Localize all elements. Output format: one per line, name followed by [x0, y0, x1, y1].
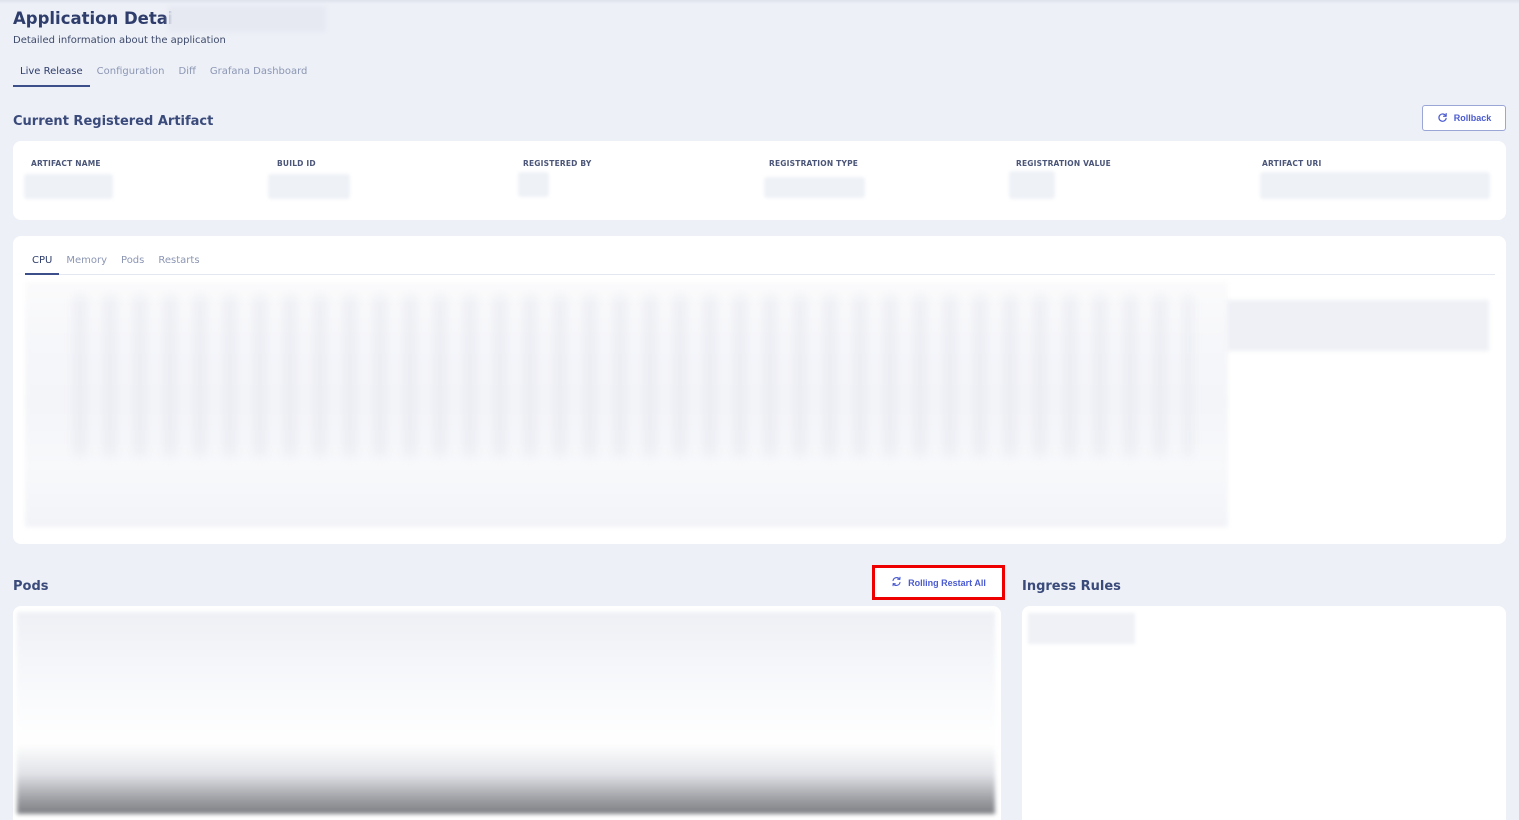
pods-card: [13, 606, 1001, 820]
rolling-restart-label: Rolling Restart All: [908, 577, 986, 588]
registration-type-value: [764, 177, 865, 198]
rollback-button[interactable]: Rollback: [1422, 105, 1506, 131]
rolling-restart-all-button[interactable]: Rolling Restart All: [878, 570, 999, 595]
tab-cpu[interactable]: CPU: [25, 250, 60, 275]
column-artifact-name: ARTIFACT NAME: [31, 159, 101, 168]
refresh-icon: [1437, 112, 1448, 125]
metric-tabs: CPU Memory Pods Restarts: [25, 250, 1495, 275]
pods-table-redacted: [17, 612, 995, 814]
rollback-label: Rollback: [1453, 113, 1492, 123]
tab-grafana-dashboard[interactable]: Grafana Dashboard: [203, 62, 315, 87]
app-name-redacted: [168, 6, 326, 32]
artifact-section-title: Current Registered Artifact: [13, 114, 214, 129]
column-registered-by: REGISTERED BY: [523, 159, 592, 168]
tab-restarts[interactable]: Restarts: [151, 250, 206, 275]
tab-memory[interactable]: Memory: [59, 250, 114, 275]
ingress-section-title: Ingress Rules: [1022, 579, 1121, 594]
column-artifact-uri: ARTIFACT URI: [1262, 159, 1322, 168]
column-build-id: BUILD ID: [277, 159, 316, 168]
column-registration-value: REGISTRATION VALUE: [1016, 159, 1111, 168]
registered-by-value: [518, 172, 549, 197]
tab-diff[interactable]: Diff: [172, 62, 203, 87]
sync-icon: [891, 576, 902, 589]
metrics-card: CPU Memory Pods Restarts: [13, 236, 1506, 544]
metrics-chart-bars-redacted: [73, 296, 1193, 456]
main-tabs: Live Release Configuration Diff Grafana …: [13, 62, 314, 87]
tab-live-release[interactable]: Live Release: [13, 62, 90, 87]
page-subtitle: Detailed information about the applicati…: [13, 35, 226, 46]
build-id-value: [268, 174, 350, 199]
artifact-name-value: [24, 174, 113, 199]
artifact-card: ARTIFACT NAME BUILD ID REGISTERED BY REG…: [13, 141, 1506, 220]
tab-pods[interactable]: Pods: [114, 250, 151, 275]
ingress-rules-redacted: [1028, 613, 1135, 644]
chart-legend-redacted: [1227, 300, 1489, 351]
tab-configuration[interactable]: Configuration: [90, 62, 172, 87]
column-registration-type: REGISTRATION TYPE: [769, 159, 859, 168]
registration-value-value: [1009, 171, 1055, 199]
pods-section-title: Pods: [13, 579, 49, 594]
ingress-card: [1022, 606, 1506, 820]
artifact-uri-value: [1260, 172, 1490, 199]
top-shadow: [0, 0, 1519, 4]
